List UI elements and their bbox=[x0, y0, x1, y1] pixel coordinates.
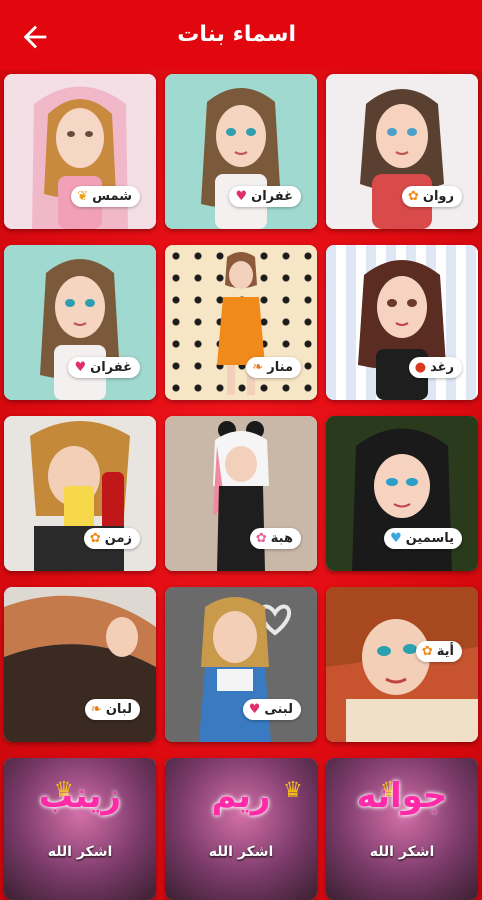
bow-icon: ❦ bbox=[77, 189, 89, 204]
name-label: أية ✿ bbox=[415, 641, 462, 662]
leaf-icon: ❧ bbox=[252, 360, 264, 375]
heart-icon: ♥ bbox=[248, 702, 261, 717]
heart-icon: ♥ bbox=[235, 189, 248, 204]
flower-icon: ✿ bbox=[421, 644, 433, 659]
name-label: غفران ♥ bbox=[229, 186, 301, 207]
name-label: روان ✿ bbox=[401, 186, 462, 207]
name-label: لبان ❧ bbox=[84, 699, 140, 720]
name-label: رغد ● bbox=[408, 357, 462, 378]
name-card[interactable]: ياسمين ♥ bbox=[326, 416, 478, 571]
name-label: ياسمين ♥ bbox=[384, 528, 462, 549]
name-card[interactable]: أية ✿ bbox=[326, 587, 478, 742]
name-title: جوانه bbox=[356, 776, 448, 816]
name-label: شمس ❦ bbox=[71, 186, 140, 207]
name-label: منار ❧ bbox=[246, 357, 301, 378]
name-card[interactable]: شمس ❦ bbox=[4, 74, 156, 229]
heart-icon: ♥ bbox=[74, 360, 87, 375]
name-card[interactable]: ♛ زينب اشكر الله bbox=[4, 758, 156, 900]
name-card[interactable]: روان ✿ bbox=[326, 74, 478, 229]
name-card[interactable]: رغد ● bbox=[326, 245, 478, 400]
app-bar: اسماء بنات bbox=[0, 0, 482, 70]
name-label: زمن ✿ bbox=[83, 528, 140, 549]
names-grid: روان ✿ غفران ♥ شمس ❦ رغد ● منار ❧ غفران … bbox=[0, 70, 482, 900]
girl-illustration bbox=[326, 587, 478, 742]
name-card[interactable]: لبان ❧ bbox=[4, 587, 156, 742]
flower-icon: ✿ bbox=[255, 531, 267, 546]
flower-icon: ✿ bbox=[89, 531, 101, 546]
name-card[interactable]: ♛ ريم اشكر الله bbox=[165, 758, 317, 900]
name-title: زينب bbox=[38, 776, 122, 816]
name-card[interactable]: لبنى ♥ bbox=[165, 587, 317, 742]
arrow-back-icon[interactable] bbox=[18, 20, 52, 54]
name-card[interactable]: غفران ♥ bbox=[165, 74, 317, 229]
strawberry-icon: ● bbox=[414, 360, 427, 375]
leaf-icon: ❧ bbox=[90, 702, 102, 717]
name-title: ريم bbox=[211, 776, 271, 816]
name-subtitle: اشكر الله bbox=[208, 844, 274, 860]
name-card[interactable]: منار ❧ bbox=[165, 245, 317, 400]
name-card[interactable]: ♛ جوانه اشكر الله bbox=[326, 758, 478, 900]
name-label: غفران ♥ bbox=[68, 357, 140, 378]
name-subtitle: اشكر الله bbox=[47, 844, 113, 860]
heart-icon: ♥ bbox=[390, 531, 402, 546]
name-subtitle: اشكر الله bbox=[369, 844, 435, 860]
page-title: اسماء بنات bbox=[177, 22, 296, 47]
flower-icon: ✿ bbox=[407, 189, 419, 204]
name-card[interactable]: زمن ✿ bbox=[4, 416, 156, 571]
name-label: هبة ✿ bbox=[249, 528, 301, 549]
name-label: لبنى ♥ bbox=[242, 699, 301, 720]
name-card[interactable]: هبة ✿ bbox=[165, 416, 317, 571]
name-card[interactable]: غفران ♥ bbox=[4, 245, 156, 400]
